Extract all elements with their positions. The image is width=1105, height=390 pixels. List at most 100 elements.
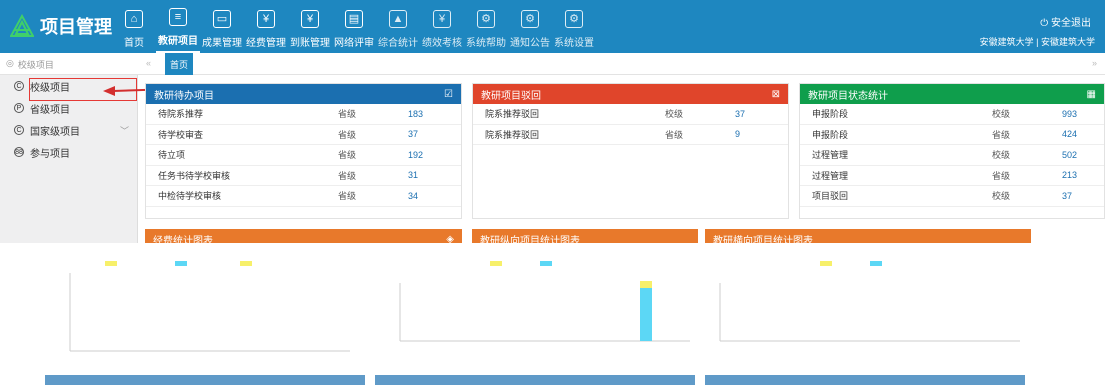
nav-label: 教研项目 xyxy=(158,36,198,47)
nav-item-9[interactable]: ⚙ 通知公告 xyxy=(508,0,552,53)
tab-bar: ◎ 校级项目 « 首页 » xyxy=(0,53,1105,75)
nav-item-8[interactable]: ⚙ 系统帮助 xyxy=(464,0,508,53)
legend-swatch xyxy=(240,261,252,266)
cell[interactable]: 37 xyxy=(1062,191,1072,201)
panel-header: 教研项目状态统计 ▦ xyxy=(800,84,1104,104)
nav-item-2[interactable]: ▭ 成果管理 xyxy=(200,0,244,53)
cell: 申报阶段 xyxy=(812,129,849,140)
cell[interactable]: 37 xyxy=(408,129,418,139)
circle-icon: C xyxy=(14,81,24,91)
table-row[interactable]: 中检待学校审核 省级 34 xyxy=(146,186,461,207)
tab-school-project[interactable]: ◎ 校级项目 xyxy=(6,58,54,71)
chart-icon: ▲ xyxy=(389,10,407,28)
cell: 过程管理 xyxy=(812,150,849,161)
sidebar-item-label: 参与项目 xyxy=(30,148,70,160)
legend-swatch xyxy=(870,261,882,266)
cell: 待立项 xyxy=(158,150,186,161)
cell[interactable]: 502 xyxy=(1062,150,1077,160)
circle-icon: C xyxy=(14,125,24,135)
nav-item-3[interactable]: ¥ 经费管理 xyxy=(244,0,288,53)
user-info[interactable]: 安徽建筑大学 | 安徽建筑大学 xyxy=(980,35,1095,48)
bottom-panel-header xyxy=(45,375,365,385)
nav-item-7[interactable]: ¥ 绩效考核 xyxy=(420,0,464,53)
tab-home[interactable]: 首页 xyxy=(165,53,193,75)
cell: 申报阶段 xyxy=(812,109,849,120)
nav-item-0[interactable]: ⌂ 首页 xyxy=(112,0,156,53)
sidebar-item-2[interactable]: C 国家级项目 ﹀ xyxy=(0,119,137,141)
cell: 校级 xyxy=(992,109,1011,120)
cell[interactable]: 183 xyxy=(408,109,423,119)
main-nav: ⌂ 首页 ≡ 教研项目 ▭ 成果管理 ¥ 经费管理 ¥ 到账管理 ▤ 网络评审 ▲ 综合统计 ¥ 绩效考核 ⚙ 系… xyxy=(112,0,596,53)
chevron-down-icon[interactable]: ﹀ xyxy=(120,124,129,137)
chart-funds xyxy=(69,261,350,352)
legend-swatch xyxy=(175,261,187,266)
table-row[interactable]: 院系推荐驳回 省级 9 xyxy=(473,125,788,145)
nav-label: 到账管理 xyxy=(290,38,330,49)
cell[interactable]: 213 xyxy=(1062,170,1077,180)
cell: 省级 xyxy=(992,170,1011,181)
cell: 任务书待学校审核 xyxy=(158,170,231,181)
cell: 省级 xyxy=(992,129,1011,140)
cell: 校级 xyxy=(665,109,684,120)
cell: 待学校审查 xyxy=(158,129,204,140)
cell[interactable]: 993 xyxy=(1062,109,1077,119)
panel-header: 教研项目驳回 ⊠ xyxy=(473,84,788,104)
table-row[interactable]: 待立项 省级 192 xyxy=(146,145,461,166)
nav-item-6[interactable]: ▲ 综合统计 xyxy=(376,0,420,53)
chart-bar xyxy=(640,288,652,341)
cell[interactable]: 192 xyxy=(408,150,423,160)
sidebar-item-3[interactable]: 88 参与项目 xyxy=(0,141,137,163)
chart-bar xyxy=(640,281,652,288)
legend-swatch xyxy=(105,261,117,266)
table-row[interactable]: 院系推荐驳回 校级 37 xyxy=(473,104,788,125)
nav-item-4[interactable]: ¥ 到账管理 xyxy=(288,0,332,53)
app-logo: 项目管理 xyxy=(10,13,112,39)
panel-status: 教研项目状态统计 ▦ 申报阶段 校级 993 申报阶段 省级 424 过程管理 校级 502 过程管… xyxy=(799,83,1105,219)
cell: 省级 xyxy=(338,129,357,140)
legend-swatch xyxy=(490,261,502,266)
nav-label: 通知公告 xyxy=(510,38,550,49)
legend-swatch xyxy=(820,261,832,266)
table-row[interactable]: 过程管理 校级 502 xyxy=(800,145,1104,166)
cell[interactable]: 34 xyxy=(408,191,418,201)
scroll-right-button[interactable]: » xyxy=(1092,58,1097,68)
nav-label: 综合统计 xyxy=(378,38,418,49)
nav-item-5[interactable]: ▤ 网络评审 xyxy=(332,0,376,53)
legend-swatch xyxy=(540,261,552,266)
logout-button[interactable]: ⏻ 安全退出 xyxy=(1040,14,1091,29)
document-icon: ≡ xyxy=(169,8,187,26)
cell: 校级 xyxy=(992,191,1011,202)
panel-rejected: 教研项目驳回 ⊠ 院系推荐驳回 校级 37 院系推荐驳回 省级 9 xyxy=(472,83,789,219)
bottom-panel-header xyxy=(375,375,695,385)
table-row[interactable]: 过程管理 省级 213 xyxy=(800,166,1104,186)
cell[interactable]: 37 xyxy=(735,109,745,119)
cell: 省级 xyxy=(338,150,357,161)
nav-item-10[interactable]: ⚙ 系统设置 xyxy=(552,0,596,53)
table-row[interactable]: 申报阶段 省级 424 xyxy=(800,125,1104,145)
nav-label: 系统帮助 xyxy=(466,38,506,49)
nav-label: 经费管理 xyxy=(246,38,286,49)
cell[interactable]: 31 xyxy=(408,170,418,180)
top-navigation: 项目管理 ⌂ 首页 ≡ 教研项目 ▭ 成果管理 ¥ 经费管理 ¥ 到账管理 ▤ 网络评审 ▲ 综合统计 ¥ 绩… xyxy=(0,0,1105,53)
table-row[interactable]: 申报阶段 校级 993 xyxy=(800,104,1104,125)
table-row[interactable]: 任务书待学校审核 省级 31 xyxy=(146,166,461,186)
nav-label: 绩效考核 xyxy=(422,38,462,49)
cell: 中检待学校审核 xyxy=(158,191,222,202)
sidebar-item-label: 省级项目 xyxy=(30,104,70,116)
gear-icon: ⚙ xyxy=(477,10,495,28)
nav-label: 网络评审 xyxy=(334,38,374,49)
table-row[interactable]: 待院系推荐 省级 183 xyxy=(146,104,461,125)
table-row[interactable]: 待学校审查 省级 37 xyxy=(146,125,461,145)
checklist-icon: ☑ xyxy=(444,88,453,100)
bottom-panel-header xyxy=(705,375,1025,385)
cell: 院系推荐驳回 xyxy=(485,129,540,140)
cell[interactable]: 424 xyxy=(1062,129,1077,139)
nav-label: 首页 xyxy=(124,38,144,49)
charts-svg xyxy=(45,261,1025,385)
table-row[interactable]: 项目驳回 校级 37 xyxy=(800,186,1104,207)
cell: 省级 xyxy=(665,129,684,140)
scroll-left-button[interactable]: « xyxy=(146,58,151,68)
home-icon: ⌂ xyxy=(125,10,143,28)
nav-item-1[interactable]: ≡ 教研项目 xyxy=(156,0,200,53)
cell[interactable]: 9 xyxy=(735,129,740,139)
